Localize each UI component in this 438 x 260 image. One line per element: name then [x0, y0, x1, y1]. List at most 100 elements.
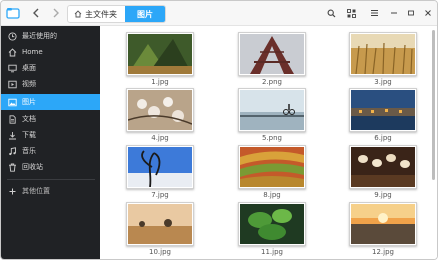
sidebar-item-recent[interactable]: 最近使用的	[1, 28, 100, 44]
file-name: 4.jpg	[151, 134, 169, 142]
breadcrumb-home[interactable]: 主文件夹	[68, 6, 125, 22]
sidebar-item-label: 其他位置	[22, 187, 50, 195]
sidebar-item-label: 桌面	[22, 64, 36, 72]
file-manager-window: 主文件夹 图片 最近使用的 Home 桌面 视频 图片 文档 下载 音乐 回收站…	[0, 0, 438, 260]
search-icon	[327, 9, 335, 17]
image-thumbnail-blossoms	[128, 90, 192, 130]
file-name: 7.jpg	[151, 191, 169, 199]
sidebar-item-label: Home	[22, 48, 43, 56]
close-icon	[425, 10, 431, 16]
sidebar-item-documents[interactable]: 文档	[1, 111, 100, 127]
forward-button[interactable]	[47, 5, 65, 21]
back-button[interactable]	[27, 5, 45, 21]
thumbnail	[238, 145, 306, 189]
thumbnail	[349, 32, 417, 76]
thumbnail	[126, 32, 194, 76]
sidebar-item-label: 文档	[22, 115, 36, 123]
sidebar-item-label: 最近使用的	[22, 32, 57, 40]
image-thumbnail-tree-sky	[128, 147, 192, 187]
scrollbar[interactable]	[432, 30, 435, 180]
image-thumbnail-lanterns	[351, 147, 415, 187]
image-thumbnail-sunset-lake	[351, 204, 415, 244]
thumbnail	[349, 202, 417, 246]
thumbnail	[349, 145, 417, 189]
image-thumbnail-lake-cyclist	[240, 90, 304, 130]
file-item[interactable]: 9.jpg	[349, 145, 417, 199]
sidebar-divider	[7, 179, 95, 180]
search-button[interactable]	[323, 5, 339, 21]
file-name: 8.jpg	[263, 191, 281, 199]
sidebar-item-label: 下载	[22, 131, 36, 139]
sidebar-item-label: 音乐	[22, 147, 36, 155]
breadcrumb: 主文件夹 图片	[67, 5, 166, 23]
sidebar-item-label: 图片	[22, 98, 36, 106]
thumbnail	[349, 88, 417, 132]
title-bar: 主文件夹 图片	[1, 1, 437, 26]
thumbnail	[238, 202, 306, 246]
file-item[interactable]: 5.png	[238, 88, 306, 142]
sidebar-item-label: 视频	[22, 80, 36, 88]
file-item[interactable]: 6.jpg	[349, 88, 417, 142]
picture-icon	[8, 98, 17, 107]
image-thumbnail-plants	[240, 204, 304, 244]
file-name: 10.jpg	[149, 248, 171, 256]
sidebar: 最近使用的 Home 桌面 视频 图片 文档 下载 音乐 回收站 其他位置	[1, 26, 100, 259]
sidebar-item-pictures[interactable]: 图片	[1, 94, 100, 110]
download-icon	[8, 131, 17, 140]
file-item[interactable]: 7.jpg	[126, 145, 194, 199]
file-name: 11.jpg	[261, 248, 283, 256]
thumbnail	[126, 202, 194, 246]
sidebar-item-other-locations[interactable]: 其他位置	[1, 183, 100, 199]
file-item[interactable]: 3.jpg	[349, 32, 417, 86]
image-thumbnail-tower	[240, 34, 304, 74]
image-thumbnail-field	[128, 204, 192, 244]
menu-button[interactable]	[366, 5, 382, 21]
thumbnail	[238, 88, 306, 132]
image-thumbnail-terraces	[240, 147, 304, 187]
file-item[interactable]: 8.jpg	[238, 145, 306, 199]
home-icon	[8, 47, 17, 57]
file-name: 2.png	[261, 78, 282, 86]
image-thumbnail-wheat	[351, 34, 415, 74]
thumbnail	[238, 32, 306, 76]
image-thumbnail-harbor-night	[351, 90, 415, 130]
maximize-icon	[408, 10, 414, 16]
sidebar-item-music[interactable]: 音乐	[1, 143, 100, 159]
maximize-button[interactable]	[403, 5, 419, 21]
sidebar-item-videos[interactable]: 视频	[1, 76, 100, 92]
file-item[interactable]: 1.jpg	[126, 32, 194, 86]
sidebar-item-trash[interactable]: 回收站	[1, 159, 100, 175]
file-item[interactable]: 2.png	[238, 32, 306, 86]
file-item[interactable]: 4.jpg	[126, 88, 194, 142]
hamburger-menu-icon	[370, 10, 378, 16]
image-thumbnail-forest	[128, 34, 192, 74]
file-item[interactable]: 12.jpg	[349, 202, 417, 256]
close-button[interactable]	[420, 5, 436, 21]
sidebar-item-desktop[interactable]: 桌面	[1, 60, 100, 76]
home-icon	[74, 10, 82, 18]
file-name: 6.jpg	[374, 134, 392, 142]
plus-icon	[8, 187, 17, 196]
chevron-right-icon	[53, 8, 59, 18]
file-item[interactable]: 11.jpg	[238, 202, 306, 256]
sidebar-item-downloads[interactable]: 下载	[1, 127, 100, 143]
desktop-icon	[8, 64, 17, 73]
chevron-left-icon	[33, 8, 39, 18]
file-grid: 1.jpg 2.png 3.jpg 4.jpg 5.png 6.jpg 7.jp…	[101, 26, 437, 259]
file-name: 5.png	[261, 134, 282, 142]
minimize-button[interactable]	[386, 5, 402, 21]
file-name: 12.jpg	[372, 248, 394, 256]
file-item[interactable]: 10.jpg	[126, 202, 194, 256]
trash-icon	[8, 163, 17, 172]
breadcrumb-current[interactable]: 图片	[125, 6, 165, 22]
grid-view-icon	[346, 8, 356, 18]
sidebar-item-home[interactable]: Home	[1, 44, 100, 60]
view-mode-button[interactable]	[343, 5, 359, 21]
breadcrumb-home-label: 主文件夹	[85, 9, 117, 19]
minimize-icon	[391, 12, 397, 14]
file-name: 9.jpg	[374, 191, 392, 199]
file-manager-app-icon[interactable]	[6, 6, 20, 20]
music-icon	[8, 146, 17, 156]
sidebar-item-label: 回收站	[22, 163, 43, 171]
file-name: 1.jpg	[151, 78, 169, 86]
